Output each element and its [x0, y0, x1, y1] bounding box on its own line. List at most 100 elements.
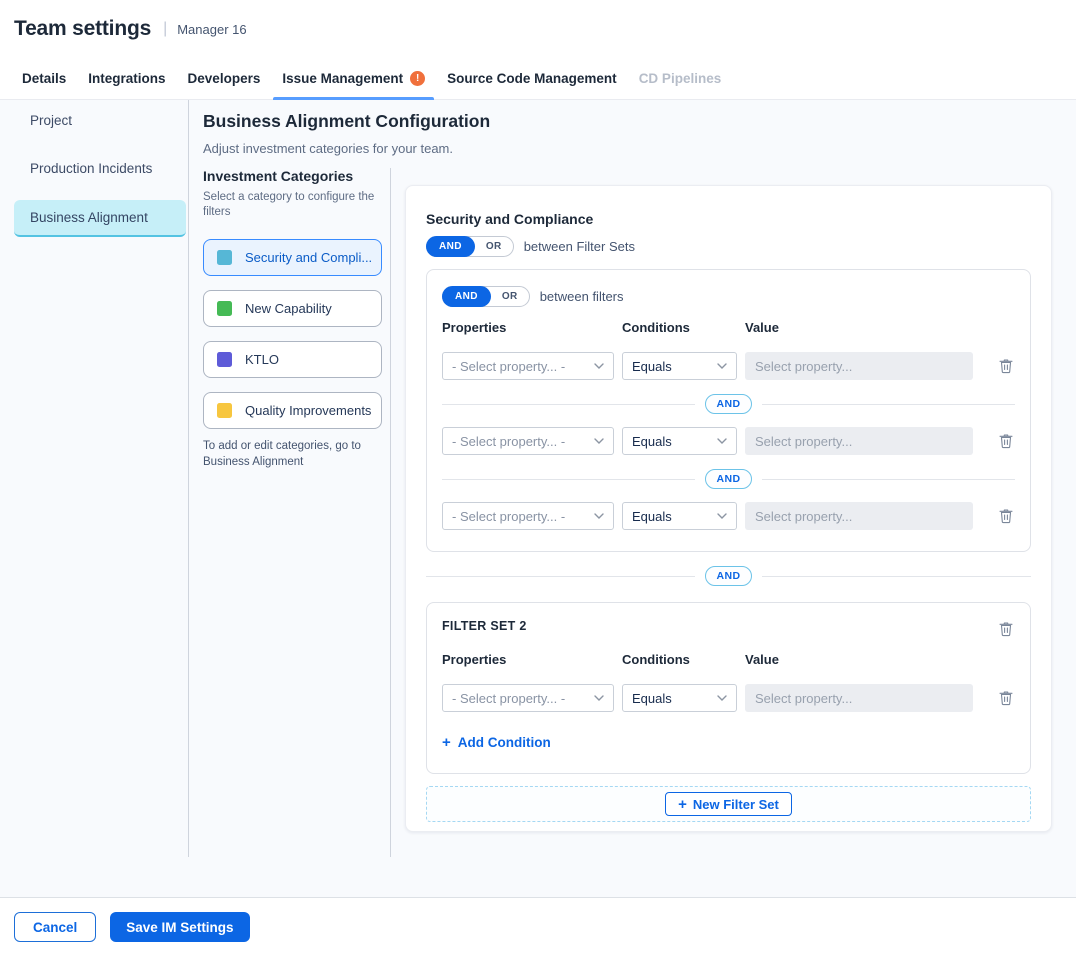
content-area: Project Production Incidents Business Al…: [0, 100, 1076, 897]
properties-select[interactable]: - Select property... -: [442, 502, 614, 530]
new-filter-set-zone: + New Filter Set: [426, 786, 1031, 822]
filter-set-2-header: FILTER SET 2: [442, 619, 1015, 639]
tab-bar: Details Integrations Developers Issue Ma…: [0, 58, 1076, 100]
selected-category-title: Security and Compliance: [426, 211, 1031, 227]
filter-set-1: AND OR between filters Properties Condit…: [426, 269, 1031, 552]
category-color-swatch: [217, 250, 232, 265]
chevron-down-icon: [594, 695, 604, 701]
delete-row-button[interactable]: [997, 431, 1015, 451]
chevron-down-icon: [594, 438, 604, 444]
chevron-down-icon: [594, 513, 604, 519]
category-color-swatch: [217, 403, 232, 418]
tab-integrations[interactable]: Integrations: [77, 58, 176, 99]
page-title: Team settings: [14, 17, 151, 41]
column-headers: Properties Conditions Value: [442, 652, 1015, 667]
chevron-down-icon: [717, 363, 727, 369]
chevron-down-icon: [594, 363, 604, 369]
delete-row-button[interactable]: [997, 356, 1015, 376]
tab-details[interactable]: Details: [11, 58, 77, 99]
investment-categories-panel: Investment Categories Select a category …: [203, 168, 383, 470]
value-input[interactable]: [745, 684, 973, 712]
properties-select[interactable]: - Select property... -: [442, 684, 614, 712]
sidebar-divider: [188, 100, 189, 857]
add-condition-button[interactable]: + Add Condition: [442, 734, 551, 751]
category-color-swatch: [217, 301, 232, 316]
delete-filter-set-button[interactable]: [997, 619, 1015, 639]
column-headers: Properties Conditions Value: [442, 320, 1015, 335]
new-filter-set-button[interactable]: + New Filter Set: [665, 792, 792, 816]
tab-cd-pipelines: CD Pipelines: [628, 58, 733, 99]
and-option[interactable]: AND: [426, 236, 475, 257]
category-security-and-compliance[interactable]: Security and Compli...: [203, 239, 382, 276]
value-input[interactable]: [745, 502, 973, 530]
filter-row: - Select property... - Equals: [442, 684, 1015, 712]
or-option[interactable]: OR: [491, 291, 529, 302]
value-input[interactable]: [745, 427, 973, 455]
conditions-select[interactable]: Equals: [622, 502, 737, 530]
chevron-down-icon: [717, 438, 727, 444]
and-connector: AND: [442, 469, 1015, 489]
conditions-select[interactable]: Equals: [622, 427, 737, 455]
chevron-down-icon: [717, 513, 727, 519]
sidebar-item-production-incidents[interactable]: Production Incidents: [30, 161, 152, 176]
delete-row-button[interactable]: [997, 688, 1015, 708]
and-or-toggle-sets[interactable]: AND OR: [426, 236, 514, 257]
filter-config-card: Security and Compliance AND OR between F…: [405, 185, 1052, 832]
and-connector-between-sets: AND: [426, 566, 1031, 586]
section-subtitle: Adjust investment categories for your te…: [203, 141, 453, 156]
between-filters-operator-row: AND OR between filters: [442, 286, 1015, 307]
chevron-down-icon: [717, 695, 727, 701]
properties-select[interactable]: - Select property... -: [442, 427, 614, 455]
category-quality-improvements[interactable]: Quality Improvements: [203, 392, 382, 429]
sidebar-item-project[interactable]: Project: [30, 113, 72, 128]
warning-badge-icon: !: [410, 71, 425, 86]
trash-icon: [999, 358, 1013, 374]
tab-developers[interactable]: Developers: [177, 58, 272, 99]
and-option[interactable]: AND: [442, 286, 491, 307]
plus-icon: +: [442, 734, 451, 751]
sidebar-item-business-alignment[interactable]: Business Alignment: [14, 200, 186, 237]
properties-header: Properties: [442, 652, 622, 667]
properties-select[interactable]: - Select property... -: [442, 352, 614, 380]
value-header: Value: [745, 652, 1015, 667]
filter-set-2: FILTER SET 2 Properties Conditions Value…: [426, 602, 1031, 774]
conditions-select[interactable]: Equals: [622, 684, 737, 712]
categories-footnote: To add or edit categories, go to Busines…: [203, 438, 375, 470]
value-input[interactable]: [745, 352, 973, 380]
filter-row: - Select property... - Equals: [442, 427, 1015, 455]
trash-icon: [999, 621, 1013, 637]
cancel-button[interactable]: Cancel: [14, 912, 96, 942]
trash-icon: [999, 690, 1013, 706]
value-header: Value: [745, 320, 1015, 335]
categories-divider: [390, 168, 391, 857]
tab-issue-management[interactable]: Issue Management !: [271, 58, 436, 99]
properties-header: Properties: [442, 320, 622, 335]
categories-title: Investment Categories: [203, 168, 383, 184]
team-name: Manager 16: [177, 22, 246, 37]
tab-source-code-management[interactable]: Source Code Management: [436, 58, 628, 99]
filter-set-2-title: FILTER SET 2: [442, 619, 527, 633]
trash-icon: [999, 508, 1013, 524]
or-option[interactable]: OR: [475, 241, 513, 252]
title-separator: |: [163, 20, 167, 38]
conditions-header: Conditions: [622, 652, 745, 667]
filter-row: - Select property... - Equals: [442, 502, 1015, 530]
between-sets-label: between Filter Sets: [524, 239, 635, 254]
conditions-select[interactable]: Equals: [622, 352, 737, 380]
and-connector: AND: [442, 394, 1015, 414]
footer-bar: Cancel Save IM Settings: [0, 897, 1076, 956]
and-or-toggle-filters[interactable]: AND OR: [442, 286, 530, 307]
trash-icon: [999, 433, 1013, 449]
plus-icon: +: [678, 796, 687, 813]
conditions-header: Conditions: [622, 320, 745, 335]
categories-hint: Select a category to configure the filte…: [203, 190, 375, 220]
filter-row: - Select property... - Equals: [442, 352, 1015, 380]
save-im-settings-button[interactable]: Save IM Settings: [110, 912, 249, 942]
category-new-capability[interactable]: New Capability: [203, 290, 382, 327]
category-ktlo[interactable]: KTLO: [203, 341, 382, 378]
delete-row-button[interactable]: [997, 506, 1015, 526]
section-title: Business Alignment Configuration: [203, 111, 490, 132]
page-header: Team settings | Manager 16: [0, 0, 1076, 58]
between-sets-operator-row: AND OR between Filter Sets: [426, 236, 1031, 257]
category-color-swatch: [217, 352, 232, 367]
